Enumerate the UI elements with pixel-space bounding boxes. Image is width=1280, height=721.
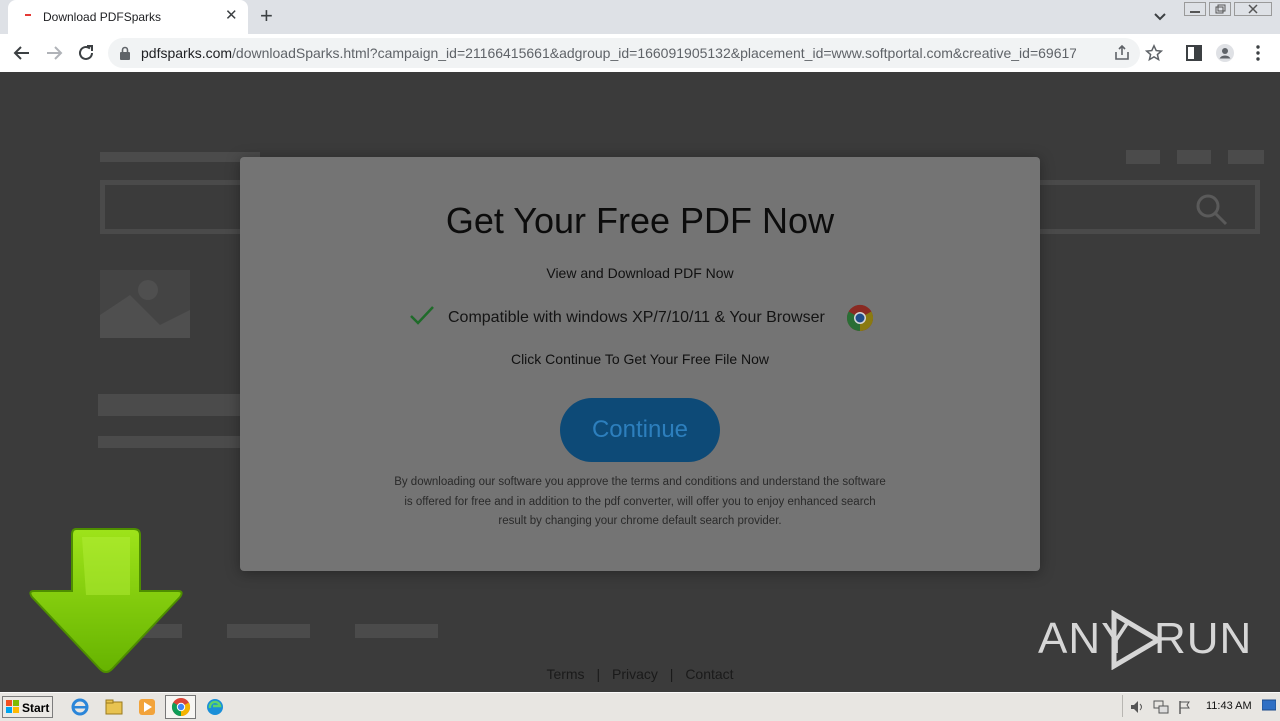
anyrun-watermark: ANY RUN — [1036, 608, 1251, 672]
ghost-nav-link — [1177, 150, 1211, 164]
url-text[interactable]: pdfsparks.com/downloadSparks.html?campai… — [141, 45, 1076, 61]
chrome-taskbar-button[interactable] — [165, 695, 196, 719]
download-arrow-icon — [29, 528, 183, 673]
ghost-nav-link — [1228, 150, 1264, 164]
url-path: /downloadSparks.html?campaign_id=2116641… — [232, 45, 1076, 61]
ghost-nav-link — [1126, 150, 1160, 164]
ie-icon[interactable] — [70, 697, 90, 717]
forward-icon[interactable] — [44, 43, 64, 63]
ghost-link — [227, 624, 310, 638]
tab-title: Download PDFSparks — [43, 10, 162, 24]
ghost-block — [98, 436, 240, 448]
side-panel-icon[interactable] — [1184, 43, 1204, 63]
compatibility-row: Compatible with windows XP/7/10/11 & You… — [408, 302, 878, 334]
image-placeholder-icon — [100, 270, 190, 338]
reload-icon[interactable] — [76, 43, 96, 63]
plus-icon[interactable]: + — [260, 5, 273, 27]
close-icon[interactable]: ✕ — [225, 8, 238, 24]
explorer-icon[interactable] — [104, 697, 124, 717]
window-close-icon[interactable] — [1234, 2, 1272, 16]
pdf-favicon-icon — [22, 10, 34, 24]
taskbar-clock[interactable]: 11:43 AM — [1206, 700, 1252, 712]
start-button[interactable]: Start — [2, 696, 53, 718]
taskbar: Start 11:43 AM — [0, 692, 1280, 721]
compatibility-text: Compatible with windows XP/7/10/11 & You… — [448, 309, 825, 326]
browser-toolbar: pdfsparks.com/downloadSparks.html?campai… — [0, 34, 1280, 73]
edge-icon[interactable] — [205, 697, 225, 717]
watermark-run: RUN — [1154, 614, 1253, 663]
modal-cta-text: Click Continue To Get Your Free File Now — [510, 351, 770, 367]
modal-title: Get Your Free PDF Now — [445, 200, 835, 241]
network-icon[interactable] — [1153, 699, 1169, 715]
footer-separator: | — [669, 666, 674, 682]
modal-subtitle: View and Download PDF Now — [546, 265, 734, 281]
address-bar[interactable]: pdfsparks.com/downloadSparks.html?campai… — [108, 38, 1163, 68]
menu-icon[interactable] — [1248, 43, 1268, 63]
search-icon — [1196, 194, 1228, 226]
chevron-down-icon[interactable] — [1152, 8, 1168, 24]
checkmark-icon — [410, 306, 434, 325]
download-modal: Get Your Free PDF Now View and Download … — [240, 157, 1040, 571]
footer-separator: | — [596, 666, 601, 682]
ghost-block — [98, 394, 240, 416]
privacy-link[interactable]: Privacy — [612, 666, 658, 682]
start-label: Start — [22, 701, 50, 715]
browser-tab[interactable]: Download PDFSparks ✕ — [8, 0, 248, 34]
flag-icon[interactable] — [1177, 699, 1193, 715]
back-icon[interactable] — [12, 43, 32, 63]
url-host: pdfsparks.com — [141, 45, 233, 61]
media-player-icon[interactable] — [137, 697, 157, 717]
profile-icon[interactable] — [1215, 43, 1235, 63]
ghost-link — [355, 624, 438, 638]
windows-flag-icon — [6, 700, 19, 713]
tray-divider — [1122, 695, 1123, 717]
show-desktop-icon[interactable] — [1262, 698, 1276, 712]
disclaimer-text: By downloading our software you approve … — [394, 476, 886, 527]
tab-strip: Download PDFSparks ✕ + — [0, 0, 1280, 34]
minimize-icon[interactable] — [1184, 2, 1206, 16]
share-icon[interactable] — [1113, 44, 1131, 62]
terms-link[interactable]: Terms — [546, 666, 584, 682]
ghost-header-text — [100, 152, 260, 162]
chrome-icon — [171, 698, 191, 716]
contact-link[interactable]: Contact — [685, 666, 733, 682]
star-icon[interactable] — [1145, 44, 1163, 62]
restore-icon[interactable] — [1209, 2, 1231, 16]
continue-button[interactable]: Continue — [560, 398, 720, 462]
lock-icon[interactable] — [120, 46, 130, 60]
volume-icon[interactable] — [1129, 699, 1145, 715]
chrome-logo-icon — [846, 304, 874, 332]
